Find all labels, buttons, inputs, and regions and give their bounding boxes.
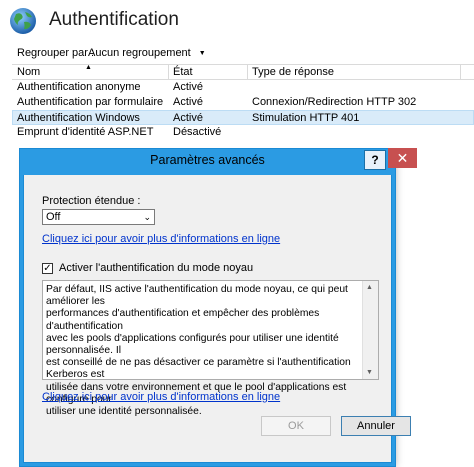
extended-protection-dropdown[interactable]: Off ⌄ xyxy=(42,209,155,225)
page-title: Authentification xyxy=(49,9,179,30)
scroll-down-icon[interactable]: ▼ xyxy=(366,369,373,376)
advanced-settings-dialog: Paramètres avancés ? ✕ Protection étendu… xyxy=(20,148,417,463)
group-by-value: Aucun regroupement xyxy=(88,47,191,59)
column-header-name[interactable]: Nom xyxy=(17,66,40,78)
column-header-state[interactable]: État xyxy=(173,66,193,78)
list-header: Nom ▲ État Type de réponse xyxy=(12,64,474,80)
group-by-dropdown[interactable]: Aucun regroupement ▼ xyxy=(86,45,208,61)
item-name: Authentification Windows xyxy=(17,112,140,124)
description-textbox[interactable]: Par défaut, IIS active l'authentificatio… xyxy=(42,280,379,417)
chevron-down-icon: ⌄ xyxy=(143,212,151,222)
item-state: Activé xyxy=(173,112,203,124)
item-name: Authentification anonyme xyxy=(17,81,141,93)
item-name: Emprunt d'identité ASP.NET xyxy=(17,126,154,138)
extended-protection-value: Off xyxy=(46,211,61,223)
scroll-up-icon[interactable]: ▲ xyxy=(366,284,373,291)
more-info-link-2[interactable]: Cliquez ici pour avoir plus d'informatio… xyxy=(42,391,280,403)
list-item[interactable]: Authentification anonyme Activé xyxy=(12,80,474,95)
help-button[interactable]: ? xyxy=(364,150,386,170)
item-state: Désactivé xyxy=(173,126,222,138)
close-button[interactable]: ✕ xyxy=(388,148,417,168)
cancel-button[interactable]: Annuler xyxy=(341,416,411,436)
item-response-type: Stimulation HTTP 401 xyxy=(252,112,360,124)
description-scrollbar[interactable]: ▲ ▼ xyxy=(362,281,378,379)
list-item[interactable]: Authentification par formulaire Activé C… xyxy=(12,95,474,110)
group-by-label: Regrouper par : xyxy=(17,47,95,59)
close-icon: ✕ xyxy=(396,149,409,166)
extended-protection-label: Protection étendue : xyxy=(42,195,141,207)
checkmark-icon: ✓ xyxy=(43,263,52,274)
dialog-title: Paramètres avancés xyxy=(150,153,265,167)
column-header-response-type[interactable]: Type de réponse xyxy=(252,66,334,78)
item-response-type: Connexion/Redirection HTTP 302 xyxy=(252,96,417,108)
dialog-titlebar[interactable]: Paramètres avancés ? ✕ xyxy=(20,148,417,175)
sort-ascending-icon: ▲ xyxy=(85,64,92,71)
item-name: Authentification par formulaire xyxy=(17,96,164,108)
ok-button[interactable]: OK xyxy=(261,416,331,436)
list-item[interactable]: Emprunt d'identité ASP.NET Désactivé xyxy=(12,125,474,140)
item-state: Activé xyxy=(173,96,203,108)
more-info-link[interactable]: Cliquez ici pour avoir plus d'informatio… xyxy=(42,233,280,245)
chevron-down-icon: ▼ xyxy=(198,49,206,57)
help-icon: ? xyxy=(371,153,379,167)
list-item-selected[interactable]: Authentification Windows Activé Stimulat… xyxy=(12,110,474,125)
item-state: Activé xyxy=(173,81,203,93)
kernel-mode-checkbox[interactable]: ✓ xyxy=(42,263,53,274)
features-list: Nom ▲ État Type de réponse Authentificat… xyxy=(12,64,474,140)
globe-icon xyxy=(10,8,36,34)
kernel-mode-label[interactable]: Activer l'authentification du mode noyau xyxy=(59,262,253,274)
